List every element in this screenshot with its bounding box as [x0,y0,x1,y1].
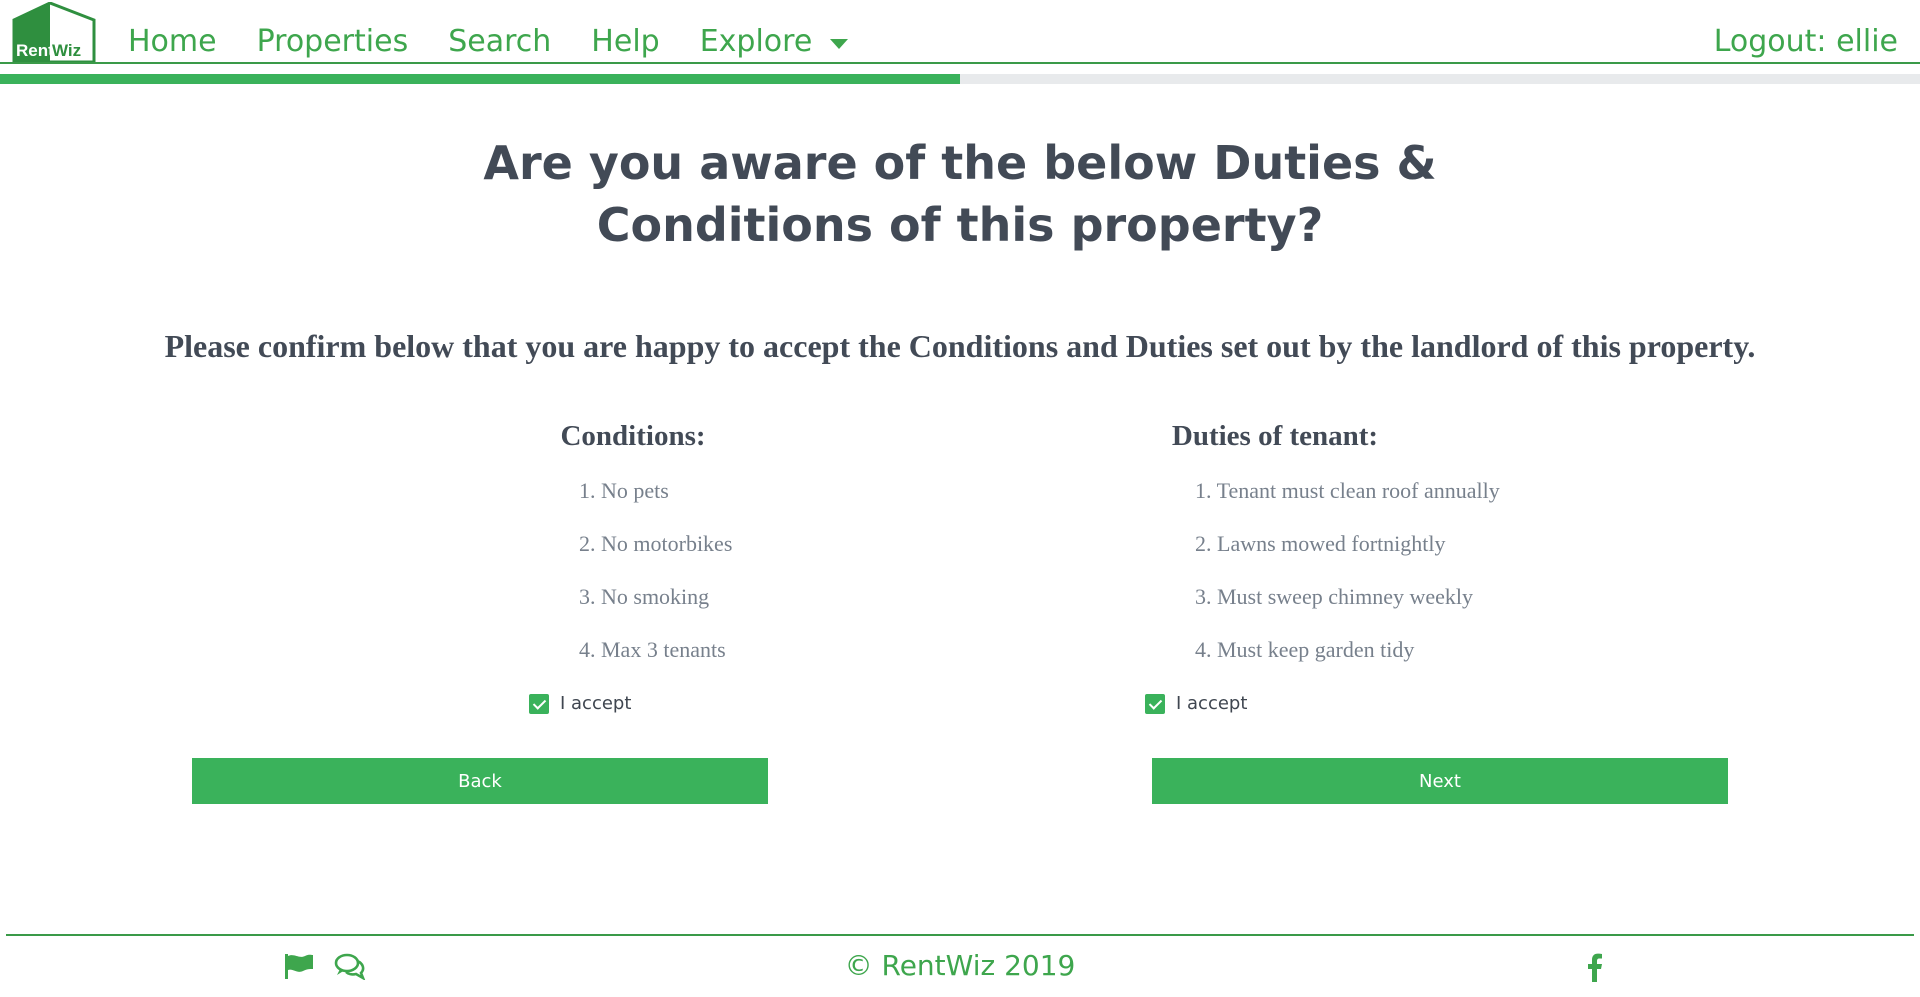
chevron-down-icon [830,39,849,49]
logo-text-wiz: Wiz [52,41,81,60]
logo-text-rent: Rent [16,41,54,60]
page-subtitle: Please confirm below that you are happy … [164,328,1756,364]
page-title-line1: Are you aware of the below Duties & [483,136,1437,190]
facebook-icon[interactable] [1584,952,1604,987]
list-item: 1. No pets [579,478,669,503]
logout-link[interactable]: Logout: ellie [1714,22,1898,62]
progress-bar [0,74,1920,84]
duties-list: 1. Tenant must clean roof annually 2. La… [985,476,1565,688]
conditions-list: 1. No pets 2. No motorbikes 3. No smokin… [343,476,923,688]
page-title: Are you aware of the below Duties & Cond… [0,132,1920,256]
navbar: Rent Wiz Home Properties Search Help Exp… [0,0,1920,64]
conditions-accept[interactable]: I accept [529,692,631,716]
conditions-section: Conditions: 1. No pets 2. No motorbikes … [343,416,923,688]
nav-properties[interactable]: Properties [257,22,409,62]
next-button[interactable]: Next [1152,758,1728,804]
conditions-heading: Conditions: [560,420,706,452]
duties-accept-checkbox[interactable] [1145,694,1165,714]
list-item: 3. Must sweep chimney weekly [1195,584,1473,609]
list-item: 4. Max 3 tenants [579,637,726,662]
page-title-line2: Conditions of this property? [596,198,1324,252]
rentwiz-logo-mark: Rent Wiz [12,1,96,64]
list-item: 1. Tenant must clean roof annually [1195,478,1500,503]
list-item: 2. Lawns mowed fortnightly [1195,531,1446,556]
nav-home[interactable]: Home [128,22,217,62]
conditions-accept-checkbox[interactable] [529,694,549,714]
nav-explore-label: Explore [699,24,813,59]
list-item: 3. No smoking [579,584,710,609]
back-button[interactable]: Back [192,758,768,804]
list-item: 4. Must keep garden tidy [1195,637,1415,662]
nav-properties-label: Properties [256,24,409,59]
list-item: 2. No motorbikes [579,531,733,556]
duties-heading: Duties of tenant: [1171,420,1379,452]
nav-home-label: Home [128,24,217,59]
nav-explore-dropdown[interactable]: Explore [700,22,849,62]
copyright-text: © RentWiz 2019 [844,949,1076,982]
nav-help-label: Help [591,24,660,59]
progress-bar-fill [0,74,960,84]
rentwiz-logo[interactable]: Rent Wiz [12,1,96,64]
nav-help[interactable]: Help [591,22,659,62]
conditions-accept-label: I accept [560,693,632,714]
duties-section: Duties of tenant: 1. Tenant must clean r… [985,416,1565,688]
footer-divider [6,934,1914,936]
nav-search[interactable]: Search [448,22,551,62]
main-nav: Home Properties Search Help Explore [128,22,849,62]
duties-accept[interactable]: I accept [1145,692,1247,716]
nav-search-label: Search [448,24,552,59]
duties-accept-label: I accept [1176,693,1248,714]
